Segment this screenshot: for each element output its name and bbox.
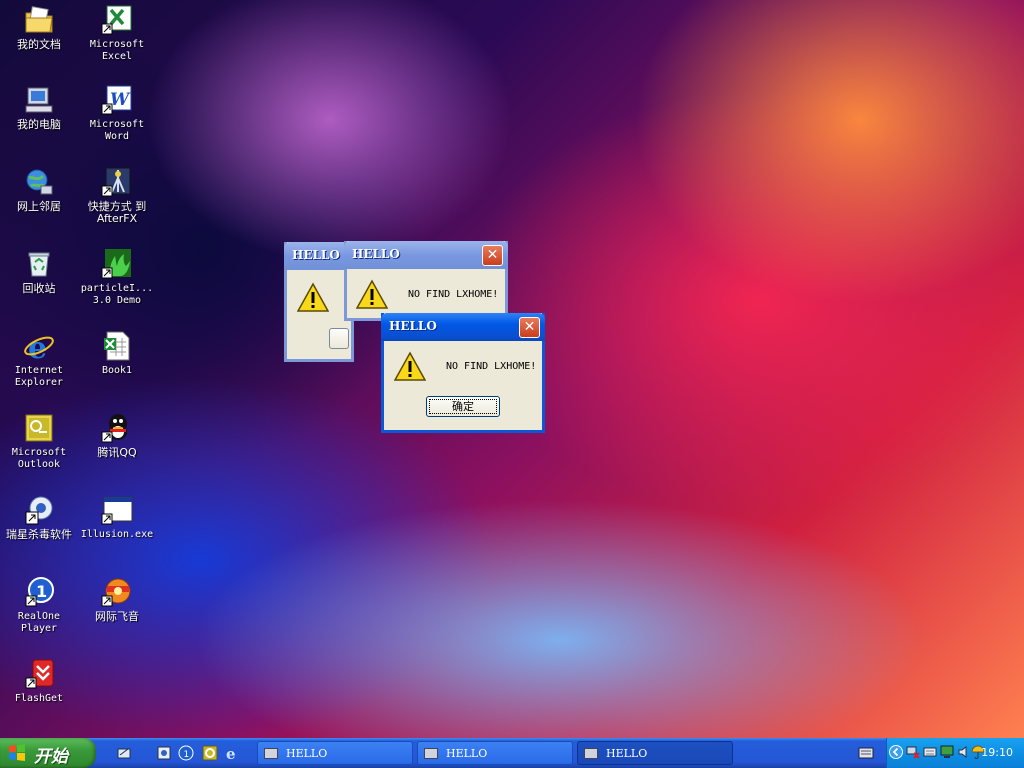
dialog-title-bar[interactable]: HELLO ✕ xyxy=(381,313,545,341)
desktop-icon-network-places[interactable]: 网上邻居 xyxy=(0,166,78,213)
desktop-icon-realone[interactable]: 1 RealOne Player xyxy=(0,576,78,635)
realone-player-icon: 1 xyxy=(23,576,55,608)
hello-dialog-middle[interactable]: HELLO ✕ NO FIND LXHOME! xyxy=(344,241,508,321)
close-icon[interactable]: ✕ xyxy=(482,245,503,266)
speaker-icon[interactable] xyxy=(957,745,971,759)
network-places-icon xyxy=(23,166,55,198)
windows-logo-icon xyxy=(9,744,25,761)
clock[interactable]: 19:10 xyxy=(981,746,1013,759)
monitor-tray-icon[interactable] xyxy=(940,745,954,759)
dialog-message: NO FIND LXHOME! xyxy=(446,361,537,372)
system-tray: 19:10 xyxy=(886,738,1024,768)
start-button[interactable]: 开始 xyxy=(0,738,96,768)
my-computer-icon xyxy=(23,84,55,116)
hello-dialog-active[interactable]: HELLO ✕ NO FIND LXHOME! 确定 xyxy=(381,313,545,433)
desktop-icon-outlook[interactable]: Microsoft Outlook xyxy=(0,412,78,471)
taskbar-item-hello-2[interactable]: HELLO xyxy=(417,741,573,765)
desktop-icon-particle-demo[interactable]: particleI... 3.0 Demo xyxy=(78,248,156,307)
keyboard-icon xyxy=(424,748,438,759)
desktop-icon-illusion[interactable]: Illusion.exe xyxy=(78,494,156,541)
desktop-icon-qq[interactable]: 腾讯QQ xyxy=(78,412,156,459)
keyboard-tray-icon[interactable] xyxy=(923,745,937,759)
dialog-title: HELLO xyxy=(352,247,400,261)
svg-text:1: 1 xyxy=(36,582,47,601)
dialog-title-bar[interactable]: HELLO ✕ xyxy=(344,241,508,269)
desktop-icon-afterfx[interactable]: 快捷方式 到 AfterFX xyxy=(78,166,156,225)
exe-window-icon xyxy=(101,494,133,526)
keyboard-icon xyxy=(584,748,598,759)
close-icon[interactable]: ✕ xyxy=(519,317,540,338)
desktop-icon-my-documents[interactable]: 我的文档 xyxy=(0,4,78,51)
desktop-icon-word[interactable]: W Microsoft Word xyxy=(78,84,156,143)
word-icon: W xyxy=(101,84,133,116)
desktop-icon-recycle-bin[interactable]: 回收站 xyxy=(0,248,78,295)
flashget-icon xyxy=(23,658,55,690)
taskbar-item-hello-1[interactable]: HELLO xyxy=(257,741,413,765)
warning-icon xyxy=(356,279,388,309)
dialog-ok-button[interactable] xyxy=(329,328,349,349)
network-disconnected-icon[interactable] xyxy=(906,745,920,759)
warning-icon xyxy=(394,351,426,381)
dialog-message: NO FIND LXHOME! xyxy=(408,289,499,300)
rising-antivirus-icon xyxy=(23,494,55,526)
donar-icon xyxy=(101,576,133,608)
media-quicklaunch-icon[interactable] xyxy=(202,745,218,761)
dialog-title: HELLO xyxy=(292,248,340,262)
show-desktop-icon[interactable] xyxy=(116,745,132,761)
warning-icon xyxy=(297,282,329,312)
taskbar-item-hello-3[interactable]: HELLO xyxy=(577,741,733,765)
desktop-icon-rising-antivirus[interactable]: 瑞星杀毒软件 xyxy=(0,494,78,541)
excel-book-icon xyxy=(101,330,133,362)
quicklaunch-app-icon[interactable] xyxy=(156,745,172,761)
ok-button[interactable]: 确定 xyxy=(426,396,500,417)
desktop-icon-book1[interactable]: Book1 xyxy=(78,330,156,377)
excel-icon xyxy=(101,4,133,36)
my-documents-icon xyxy=(23,4,55,36)
desktop-icon-internet-explorer[interactable]: e Internet Explorer xyxy=(0,330,78,389)
desktop-icon-donar[interactable]: 网际飞音 xyxy=(78,576,156,623)
desktop[interactable]: 我的文档 我的电脑 网上邻居 回收站 e Internet Explorer M… xyxy=(0,0,1024,738)
qq-icon xyxy=(101,412,133,444)
desktop-icon-my-computer[interactable]: 我的电脑 xyxy=(0,84,78,131)
ie-quicklaunch-icon[interactable]: e xyxy=(224,745,240,761)
realone-quicklaunch-icon[interactable]: 1 xyxy=(178,745,194,761)
afterfx-icon xyxy=(101,166,133,198)
keyboard-icon xyxy=(264,748,278,759)
particle-demo-icon xyxy=(101,248,133,280)
svg-text:e: e xyxy=(226,745,236,761)
svg-text:1: 1 xyxy=(184,750,190,760)
input-method-icon[interactable] xyxy=(858,746,874,760)
outlook-icon xyxy=(23,412,55,444)
chevron-left-icon[interactable] xyxy=(889,745,903,759)
recycle-bin-icon xyxy=(23,248,55,280)
desktop-icon-excel[interactable]: Microsoft Excel xyxy=(78,4,156,63)
start-label: 开始 xyxy=(34,747,68,767)
dialog-title: HELLO xyxy=(389,319,437,333)
internet-explorer-icon: e xyxy=(23,330,55,362)
desktop-icon-flashget[interactable]: FlashGet xyxy=(0,658,78,705)
svg-text:W: W xyxy=(110,90,131,110)
taskbar[interactable]: 开始 1 e HELLO HELLO HELLO 19:10 xyxy=(0,738,1024,768)
svg-text:e: e xyxy=(28,331,47,362)
